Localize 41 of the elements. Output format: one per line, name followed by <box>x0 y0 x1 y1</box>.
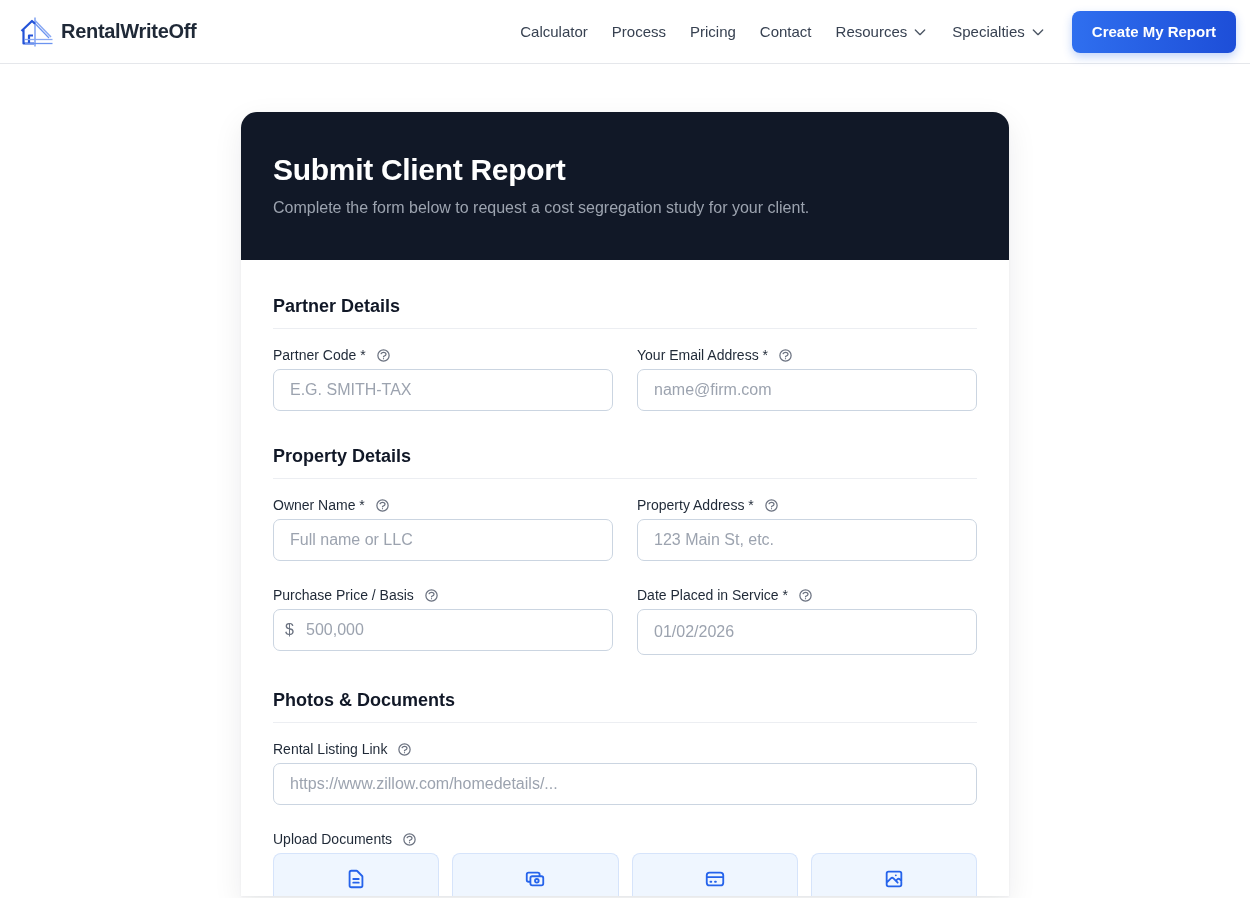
section-title: Property Details <box>273 442 977 479</box>
upload-tile[interactable] <box>810 853 977 896</box>
section-title: Photos & Documents <box>273 686 977 723</box>
help-icon[interactable] <box>374 497 390 513</box>
date-input[interactable]: 01/02/2026 <box>637 609 977 655</box>
brand-name[interactable]: RentalWriteOff <box>61 20 197 43</box>
text-input[interactable]: 123 Main St, etc. <box>637 519 977 561</box>
field-label: Purchase Price / Basis <box>273 586 414 605</box>
nav-link[interactable]: Pricing <box>690 23 736 40</box>
nav-link[interactable]: Process <box>611 23 666 40</box>
help-icon[interactable] <box>797 587 813 603</box>
text-input[interactable]: Full name or LLC <box>273 519 613 561</box>
help-icon[interactable] <box>397 741 413 757</box>
upload-tile[interactable] <box>631 853 798 896</box>
nav-link[interactable]: Contact <box>759 23 812 40</box>
field-label: Upload Documents <box>273 830 393 849</box>
currency-symbol: $ <box>285 621 294 639</box>
field-label: Owner Name * <box>273 496 365 515</box>
text-input[interactable]: name@firm.com <box>637 369 977 411</box>
nav-menu[interactable]: Specialties <box>952 23 1046 40</box>
section-title: Partner Details <box>273 292 977 329</box>
house-blueprint-icon <box>20 16 53 47</box>
field-label: Rental Listing Link <box>273 740 388 759</box>
nav-link[interactable]: Calculator <box>520 23 588 40</box>
form-subtitle: Complete the form below to request a cost segregation study for your client. <box>273 198 811 218</box>
help-icon[interactable] <box>375 347 391 363</box>
url-input[interactable]: https://www.zillow.com/homedetails/... <box>273 763 977 805</box>
help-icon[interactable] <box>763 497 779 513</box>
help-icon[interactable] <box>778 347 793 363</box>
field-label: Your Email Address * <box>637 346 768 365</box>
upload-tile[interactable] <box>273 853 440 896</box>
field-label: Date Placed in Service * <box>637 586 788 605</box>
form-title: Submit Client Report <box>273 152 567 188</box>
create-report-button[interactable]: Create My Report <box>1071 10 1236 53</box>
field-label: Property Address * <box>637 496 754 515</box>
nav-menu[interactable]: Resources <box>835 23 929 40</box>
field-label: Partner Code * <box>273 346 366 365</box>
help-icon[interactable] <box>402 831 418 847</box>
upload-tile[interactable] <box>452 853 619 896</box>
text-input[interactable]: E.G. SMITH-TAX <box>273 369 613 411</box>
help-icon[interactable] <box>423 587 439 603</box>
